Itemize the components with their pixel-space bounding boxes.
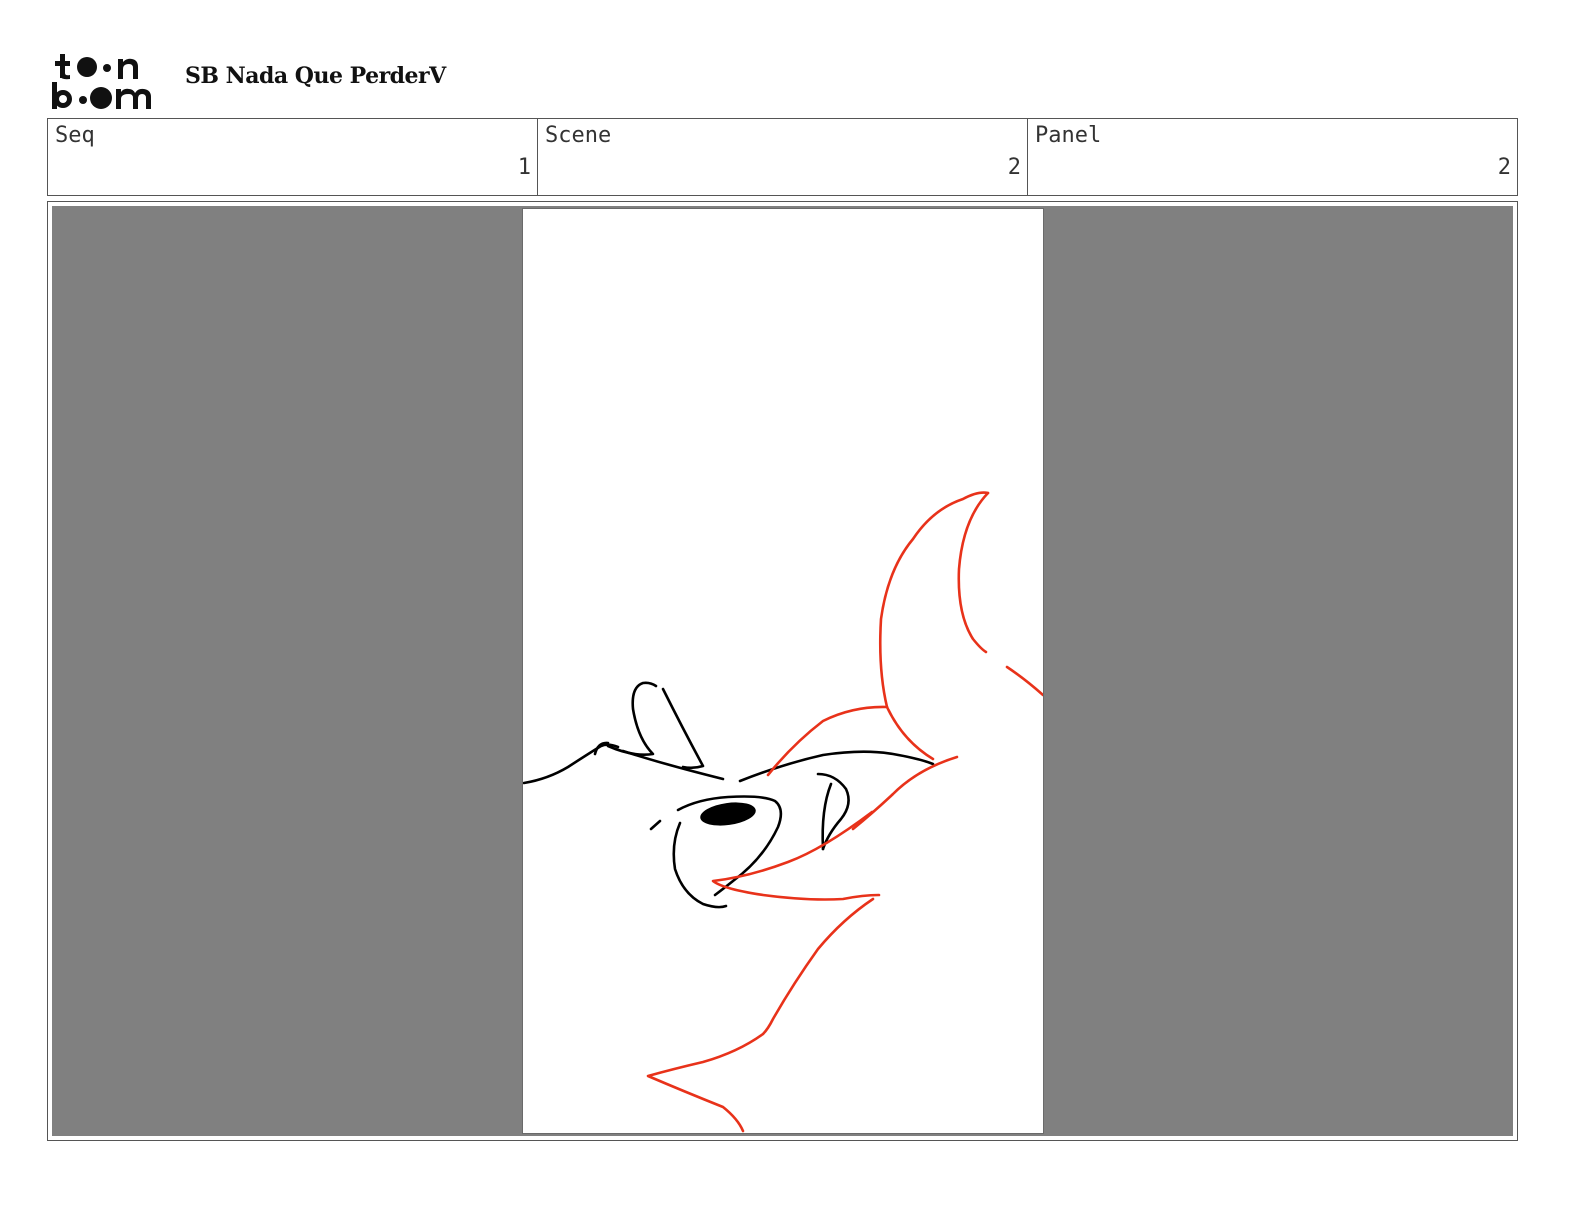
seq-value: 1 [517, 155, 531, 180]
panel-cell: Panel 2 [1028, 119, 1517, 195]
storyboard-sketch [523, 209, 1043, 1133]
scene-cell: Scene 2 [538, 119, 1028, 195]
scene-info-table: Seq 1 Scene 2 Panel 2 [47, 118, 1518, 196]
toon-boom-logo [52, 52, 164, 110]
seq-cell: Seq 1 [48, 119, 538, 195]
scene-value: 2 [1007, 155, 1021, 180]
sketch-outline-lines [523, 681, 935, 909]
panel-label: Panel [1035, 123, 1102, 148]
scene-label: Scene [545, 123, 612, 148]
seq-label: Seq [55, 123, 95, 148]
document-title: SB Nada Que PerderV [185, 63, 446, 89]
sketch-nostril [700, 802, 756, 826]
panel-value: 2 [1497, 155, 1511, 180]
